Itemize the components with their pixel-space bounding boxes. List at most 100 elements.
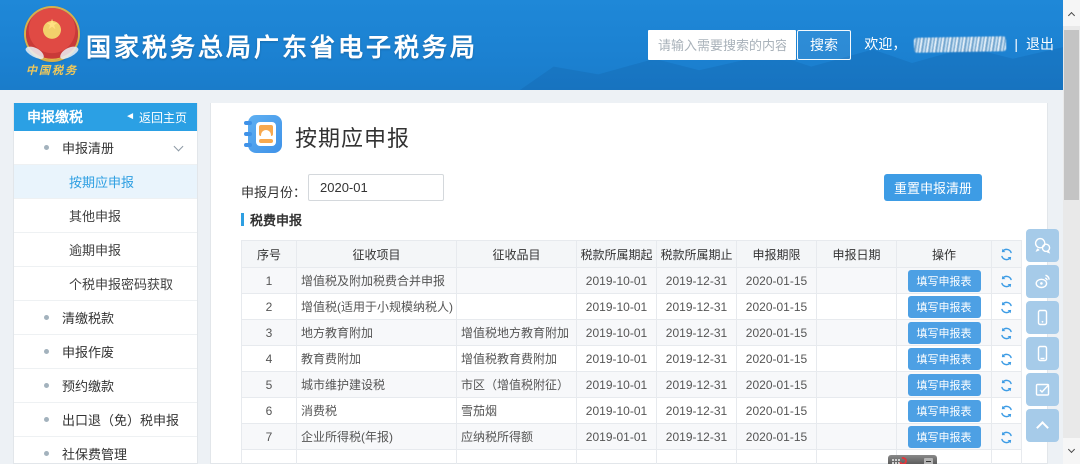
cell-filing-date [817,320,897,346]
minimize-icon[interactable] [924,458,933,464]
cell-refresh [992,424,1022,450]
month-label: 申报月份： [241,182,306,201]
fill-declaration-button[interactable]: 填写申报表 [908,426,981,448]
sidebar-item-label: 个税申报密码获取 [69,274,173,293]
bullet-icon [44,383,49,388]
refresh-row-icon[interactable] [1000,353,1013,366]
sidebar-item[interactable]: 申报清册 [14,131,197,165]
cell-subitem: 增值税教育费附加 [457,346,577,372]
reset-declaration-button[interactable]: 重置申报清册 [884,174,982,201]
cell-item: 城市维护建设税 [297,372,457,398]
page-title: 按期应申报 [295,121,410,153]
sidebar-item[interactable]: 逾期申报 [14,233,197,267]
header-search: 搜索 [648,30,851,60]
col-actions: 操作 [897,241,992,268]
sidebar-item[interactable]: 社保费管理 [14,437,197,464]
cell-item: 企业所得税(年报) [297,424,457,450]
cell-action: 填写申报表 [897,346,992,372]
refresh-row-icon[interactable] [1000,327,1013,340]
fill-declaration-button[interactable]: 填写申报表 [908,374,981,396]
main-panel: 按期应申报 申报月份： 重置申报清册 税费申报 序号 征收项目 征收品目 税款所… [210,103,1048,464]
cell-subitem: 应纳税所得额 [457,424,577,450]
search-input[interactable] [648,30,796,60]
cell-period-start: 2019-01-01 [577,424,657,450]
cell-seq: 6 [242,398,297,424]
logout-link[interactable]: 退出 [1026,34,1054,54]
cell-refresh [992,372,1022,398]
cell-period-start: 2019-10-01 [577,268,657,294]
scrollbar-thumb[interactable] [1064,30,1079,200]
collapse-up-icon[interactable] [1026,409,1059,442]
refresh-row-icon[interactable] [1000,275,1013,288]
sidebar-item[interactable]: 申报作废 [14,335,197,369]
section-accent-bar [241,213,244,226]
month-input[interactable] [308,174,444,201]
cell-period-start: 2019-10-01 [577,320,657,346]
table-row: 5 城市维护建设税 市区（增值税附征） 2019-10-01 2019-12-3… [242,372,1022,398]
page-scrollbar [1063,0,1080,464]
back-home-link[interactable]: ◄ 返回主页 [125,109,187,126]
fill-declaration-button[interactable]: 填写申报表 [908,400,981,422]
cell-period-end: 2019-12-31 [657,268,737,294]
cell-filing-date [817,294,897,320]
mobile-app-icon[interactable] [1026,301,1059,334]
sidebar-item[interactable]: 按期应申报 [14,165,197,199]
scroll-up-arrow[interactable] [1063,0,1080,26]
col-deadline: 申报期限 [737,241,817,268]
cell-period-end: 2019-12-31 [657,294,737,320]
sidebar-item-label: 预约缴款 [62,376,114,395]
fill-declaration-button[interactable]: 填写申报表 [908,348,981,370]
weibo-icon[interactable] [1026,265,1059,298]
sidebar-item[interactable]: 其他申报 [14,199,197,233]
refresh-row-icon[interactable] [1000,301,1013,314]
table-row: 1 增值税及附加税费合并申报 2019-10-01 2019-12-31 202… [242,268,1022,294]
col-seq: 序号 [242,241,297,268]
site-header: ★ 中国税务 国家税务总局广东省电子税务局 搜索 欢迎， | 退出 [0,0,1080,90]
cell-action: 填写申报表 [897,398,992,424]
search-button[interactable]: 搜索 [797,30,851,60]
bullet-icon [44,315,49,320]
feedback-note-icon[interactable] [1026,373,1059,406]
declaration-book-icon [244,115,282,153]
fill-declaration-button[interactable]: 填写申报表 [908,322,981,344]
cell-refresh [992,346,1022,372]
col-period-start: 税款所属期起 [577,241,657,268]
cell-item: 教育费附加 [297,346,457,372]
fill-declaration-button[interactable]: 填写申报表 [908,296,981,318]
bullet-icon [44,417,49,422]
cell-filing-date [817,398,897,424]
section-title: 税费申报 [250,210,302,229]
cell-deadline: 2020-01-15 [737,320,817,346]
cell-refresh [992,398,1022,424]
cell-period-end: 2019-12-31 [657,372,737,398]
flash-plugin-bar[interactable] [888,455,937,464]
refresh-row-icon[interactable] [1000,431,1013,444]
tax-logo: ★ 中国税务 [16,4,88,86]
bullet-icon [44,145,49,150]
table-row: 7 企业所得税(年报) 应纳税所得额 2019-01-01 2019-12-31… [242,424,1022,450]
logo-caption: 中国税务 [16,62,88,78]
cell-refresh [992,320,1022,346]
cell-period-end: 2019-12-31 [657,346,737,372]
sidebar-item[interactable]: 出口退（免）税申报 [14,403,197,437]
cell-seq: 1 [242,268,297,294]
cell-seq: 5 [242,372,297,398]
cell-action: 填写申报表 [897,320,992,346]
sidebar-item-label: 按期应申报 [69,172,134,191]
section-header: 税费申报 [241,210,302,229]
scroll-down-arrow[interactable] [1063,438,1080,464]
cell-item: 地方教育附加 [297,320,457,346]
wechat-icon[interactable] [1026,229,1059,262]
sidebar-item[interactable]: 清缴税款 [14,301,197,335]
refresh-row-icon[interactable] [1000,379,1013,392]
sidebar-item[interactable]: 个税申报密码获取 [14,267,197,301]
sidebar-item[interactable]: 预约缴款 [14,369,197,403]
fill-declaration-button[interactable]: 填写申报表 [908,270,981,292]
cell-period-end: 2019-12-31 [657,320,737,346]
mobile-app-icon-2[interactable] [1026,337,1059,370]
refresh-all-icon[interactable] [1000,248,1013,261]
cell-filing-date [817,424,897,450]
bullet-icon [44,349,49,354]
cell-action: 填写申报表 [897,372,992,398]
refresh-row-icon[interactable] [1000,405,1013,418]
